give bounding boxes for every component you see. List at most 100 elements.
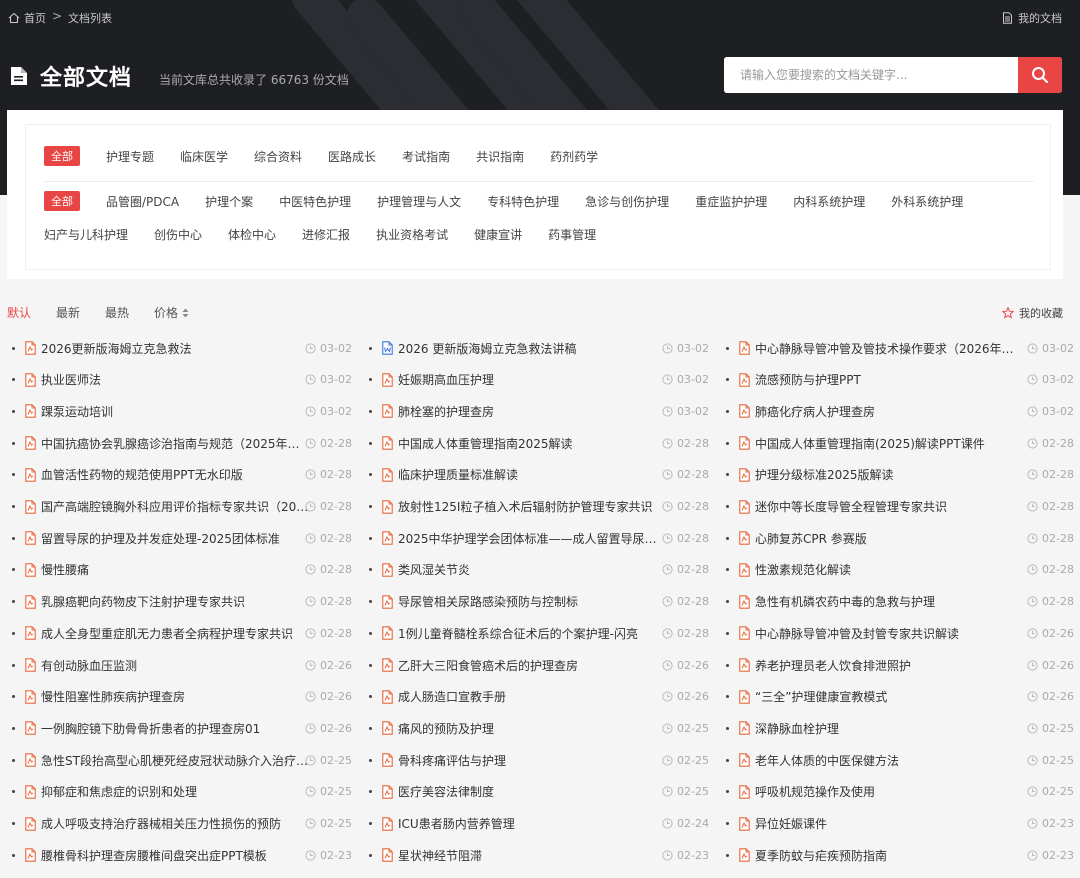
filter-tag[interactable]: 全部 [44,191,80,211]
document-item[interactable]: 腰椎骨科护理查房腰椎间盘突出症PPT模板 02-23 [12,839,352,871]
document-item[interactable]: 中国抗癌协会乳腺癌诊治指南与规范（2025年版） 02-28 [12,427,352,459]
document-title[interactable]: 中国成人体重管理指南(2025)解读PPT课件 [755,435,1025,452]
document-title[interactable]: 1例儿童脊髓栓系综合征术后的个案护理-闪亮 [398,625,668,642]
document-item[interactable]: 夏季防蚊与疟疾预防指南 02-23 [726,839,1074,871]
filter-tag[interactable]: 品管圈/PDCA [106,193,179,210]
document-item[interactable]: 慢性阻塞性肺疾病护理查房 02-26 [12,681,352,713]
filter-tag[interactable]: 创伤中心 [154,226,202,243]
document-item[interactable]: 留置导尿的护理及并发症处理-2025团体标准 02-28 [12,522,352,554]
breadcrumb-home[interactable]: 首页 [8,10,46,26]
document-title[interactable]: 慢性腰痛 [41,561,311,578]
document-title[interactable]: 呼吸机规范操作及使用 [755,783,1025,800]
document-title[interactable]: 肺栓塞的护理查房 [398,403,668,420]
document-item[interactable]: 一例胸腔镜下肋骨骨折患者的护理查房01 02-26 [12,712,352,744]
document-title[interactable]: 留置导尿的护理及并发症处理-2025团体标准 [41,530,311,547]
document-item[interactable]: 养老护理员老人饮食排泄照护 02-26 [726,649,1074,681]
document-title[interactable]: 痛风的预防及护理 [398,720,668,737]
document-title[interactable]: 腰椎骨科护理查房腰椎间盘突出症PPT模板 [41,847,311,864]
search-input[interactable] [724,57,1018,93]
filter-tag[interactable]: 临床医学 [180,148,228,165]
document-item[interactable]: 踝泵运动培训 03-02 [12,395,352,427]
document-title[interactable]: 踝泵运动培训 [41,403,311,420]
filter-tag[interactable]: 专科特色护理 [487,193,559,210]
document-item[interactable]: 1例儿童脊髓栓系综合征术后的个案护理-闪亮 02-28 [369,617,709,649]
my-favorites-link[interactable]: 我的收藏 [1002,305,1063,321]
document-title[interactable]: 急性ST段抬高型心肌梗死经皮冠状动脉介入治疗护理 [41,752,311,769]
document-title[interactable]: 中心静脉导管冲管及封管专家共识解读 [755,625,1025,642]
document-title[interactable]: 成人肠造口宣教手册 [398,688,668,705]
filter-tag[interactable]: 内科系统护理 [793,193,865,210]
document-title[interactable]: 中国抗癌协会乳腺癌诊治指南与规范（2025年版） [41,435,311,452]
breadcrumb-current[interactable]: 文档列表 [68,10,112,26]
filter-tag[interactable]: 重症监护护理 [695,193,767,210]
filter-tag[interactable]: 外科系统护理 [891,193,963,210]
document-item[interactable]: 骨科疼痛评估与护理 02-25 [369,744,709,776]
document-title[interactable]: 养老护理员老人饮食排泄照护 [755,657,1025,674]
filter-tag[interactable]: 共识指南 [476,148,524,165]
document-title[interactable]: 2025中华护理学会团体标准——成人留置导尿护理 [398,530,668,547]
document-item[interactable]: 放射性125I粒子植入术后辐射防护管理专家共识 02-28 [369,491,709,523]
document-title[interactable]: ICU患者肠内营养管理 [398,815,668,832]
document-item[interactable]: 痛风的预防及护理 02-25 [369,712,709,744]
document-title[interactable]: 一例胸腔镜下肋骨骨折患者的护理查房01 [41,720,311,737]
document-title[interactable]: 慢性阻塞性肺疾病护理查房 [41,688,311,705]
document-item[interactable]: ICU患者肠内营养管理 02-24 [369,808,709,840]
document-title[interactable]: 深静脉血栓护理 [755,720,1025,737]
sort-price[interactable]: 价格 [154,304,189,321]
document-item[interactable]: 异位妊娠课件 02-23 [726,808,1074,840]
document-item[interactable]: 肺栓塞的护理查房 03-02 [369,395,709,427]
document-item[interactable]: 2026更新版海姆立克急救法 03-02 [12,332,352,364]
document-item[interactable]: 2026 更新版海姆立克急救法讲稿 03-02 [369,332,709,364]
filter-tag[interactable]: 健康宣讲 [474,226,522,243]
filter-tag[interactable]: 中医特色护理 [279,193,351,210]
document-item[interactable]: 有创动脉血压监测 02-26 [12,649,352,681]
document-title[interactable]: 2026 更新版海姆立克急救法讲稿 [398,340,668,357]
document-item[interactable]: 妊娠期高血压护理 03-02 [369,364,709,396]
document-title[interactable]: 性激素规范化解读 [755,561,1025,578]
document-title[interactable]: 血管活性药物的规范使用PPT无水印版 [41,466,311,483]
document-item[interactable]: 中国成人体重管理指南2025解读 02-28 [369,427,709,459]
filter-tag[interactable]: 考试指南 [402,148,450,165]
document-item[interactable]: 呼吸机规范操作及使用 02-25 [726,776,1074,808]
document-title[interactable]: 2026更新版海姆立克急救法 [41,340,311,357]
document-title[interactable]: 临床护理质量标准解读 [398,466,668,483]
document-item[interactable]: 深静脉血栓护理 02-25 [726,712,1074,744]
document-item[interactable]: 2025中华护理学会团体标准——成人留置导尿护理 02-28 [369,522,709,554]
document-item[interactable]: 护理分级标准2025版解读 02-28 [726,459,1074,491]
search-button[interactable] [1018,57,1062,93]
document-item[interactable]: “三全”护理健康宣教模式 02-26 [726,681,1074,713]
document-item[interactable]: 流感预防与护理PPT 03-02 [726,364,1074,396]
document-title[interactable]: 乙肝大三阳食管癌术后的护理查房 [398,657,668,674]
document-item[interactable]: 执业医师法 03-02 [12,364,352,396]
document-title[interactable]: 肺癌化疗病人护理查房 [755,403,1025,420]
document-item[interactable]: 肺癌化疗病人护理查房 03-02 [726,395,1074,427]
sort-newest[interactable]: 最新 [56,304,80,321]
document-item[interactable]: 心肺复苏CPR 参赛版 02-28 [726,522,1074,554]
filter-tag[interactable]: 执业资格考试 [376,226,448,243]
my-docs-link[interactable]: 我的文档 [1002,10,1062,26]
document-title[interactable]: 心肺复苏CPR 参赛版 [755,530,1025,547]
filter-tag[interactable]: 急诊与创伤护理 [585,193,669,210]
filter-tag[interactable]: 妇产与儿科护理 [44,226,128,243]
filter-tag[interactable]: 综合资料 [254,148,302,165]
document-item[interactable]: 成人肠造口宣教手册 02-26 [369,681,709,713]
document-item[interactable]: 成人呼吸支持治疗器械相关压力性损伤的预防 02-25 [12,808,352,840]
document-title[interactable]: 中国成人体重管理指南2025解读 [398,435,668,452]
document-title[interactable]: 迷你中等长度导管全程管理专家共识 [755,498,1025,515]
document-item[interactable]: 中国成人体重管理指南(2025)解读PPT课件 02-28 [726,427,1074,459]
document-title[interactable]: 妊娠期高血压护理 [398,371,668,388]
document-title[interactable]: “三全”护理健康宣教模式 [755,688,1025,705]
document-item[interactable]: 慢性腰痛 02-28 [12,554,352,586]
sort-default[interactable]: 默认 [7,304,31,321]
filter-tag[interactable]: 进修汇报 [302,226,350,243]
document-title[interactable]: 急性有机磷农药中毒的急救与护理 [755,593,1025,610]
document-item[interactable]: 性激素规范化解读 02-28 [726,554,1074,586]
document-title[interactable]: 抑郁症和焦虑症的识别和处理 [41,783,311,800]
document-title[interactable]: 星状神经节阻滞 [398,847,668,864]
document-item[interactable]: 乙肝大三阳食管癌术后的护理查房 02-26 [369,649,709,681]
document-title[interactable]: 异位妊娠课件 [755,815,1025,832]
document-item[interactable]: 导尿管相关尿路感染预防与控制标 02-28 [369,586,709,618]
document-item[interactable]: 迷你中等长度导管全程管理专家共识 02-28 [726,491,1074,523]
document-title[interactable]: 放射性125I粒子植入术后辐射防护管理专家共识 [398,498,668,515]
filter-tag[interactable]: 医路成长 [328,148,376,165]
